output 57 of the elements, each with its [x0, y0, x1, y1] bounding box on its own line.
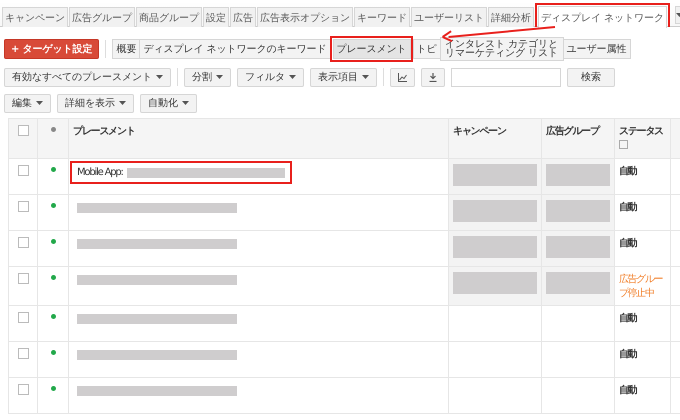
- filter-dropdown[interactable]: 有効なすべてのプレースメント: [4, 68, 171, 86]
- action-dropdown[interactable]: 編集: [4, 94, 51, 112]
- filter-dropdown[interactable]: 表示項目: [310, 68, 377, 86]
- status-text: 自動: [619, 238, 636, 249]
- row-checkbox[interactable]: [18, 348, 28, 359]
- tab[interactable]: ディスプレイ ネットワーク: [538, 6, 668, 28]
- status-text: 自動: [619, 202, 636, 213]
- sub-tab[interactable]: トピ: [412, 39, 441, 59]
- line-chart-icon: [398, 72, 407, 82]
- filter-dropdown[interactable]: フィルタ: [237, 68, 304, 86]
- tab[interactable]: 広告表示オプション: [257, 7, 353, 27]
- action-dropdown[interactable]: 自動化: [140, 94, 197, 112]
- tab[interactable]: キーワード: [354, 7, 410, 27]
- chart-button[interactable]: [390, 68, 415, 86]
- row-checkbox[interactable]: [18, 273, 28, 284]
- status-dot-icon: [50, 127, 56, 132]
- placement-text[interactable]: Mobile App:: [77, 167, 123, 178]
- caret-icon: [216, 75, 223, 79]
- status-text: 自動: [619, 313, 636, 324]
- filter-dropdown[interactable]: 分割: [184, 68, 231, 86]
- row-checkbox[interactable]: [18, 165, 28, 176]
- caret-icon: [182, 101, 189, 105]
- caret-icon: [289, 75, 296, 79]
- status-text: 広告グループ停止中: [619, 274, 662, 299]
- tab[interactable]: ユーザーリスト: [411, 7, 487, 27]
- search-button[interactable]: 検索: [567, 68, 615, 86]
- tab[interactable]: キャンペーン: [2, 7, 68, 27]
- select-all-checkbox[interactable]: [18, 125, 28, 136]
- row-checkbox[interactable]: [18, 312, 28, 323]
- row-checkbox[interactable]: [18, 201, 28, 212]
- tab[interactable]: 商品グループ: [136, 7, 202, 27]
- caret-icon: [156, 75, 163, 79]
- row-checkbox[interactable]: [18, 237, 28, 248]
- status-text: 自動: [619, 166, 636, 177]
- tab[interactable]: 広告グループ: [69, 7, 135, 27]
- download-button[interactable]: [421, 68, 445, 86]
- tab[interactable]: 設定: [203, 7, 229, 27]
- add-target-button[interactable]: + ターゲット設定: [4, 39, 100, 59]
- column-header[interactable]: 広告グループ: [546, 126, 599, 137]
- sub-tab[interactable]: 概要: [112, 39, 140, 59]
- tab[interactable]: 広告: [230, 7, 256, 27]
- row-checkbox[interactable]: [18, 384, 28, 395]
- sub-tab[interactable]: ユーザー属性: [562, 39, 631, 59]
- column-header[interactable]: プレースメント: [73, 126, 135, 137]
- column-header[interactable]: キャンペーン: [453, 126, 506, 137]
- tab[interactable]: 詳細分析: [488, 7, 534, 27]
- status-text: 自動: [619, 349, 636, 360]
- status-text: 自動: [619, 385, 636, 396]
- help-icon[interactable]: [619, 140, 628, 149]
- caret-icon: [36, 101, 43, 105]
- sub-tab[interactable]: プレースメント: [332, 39, 411, 59]
- caret-icon: [119, 101, 126, 105]
- search-field[interactable]: [451, 68, 561, 86]
- download-icon: [429, 72, 437, 82]
- action-dropdown[interactable]: 詳細を表示: [57, 94, 134, 112]
- sub-tab[interactable]: ディスプレイ ネットワークのキーワード: [139, 39, 331, 59]
- caret-icon: [362, 75, 369, 79]
